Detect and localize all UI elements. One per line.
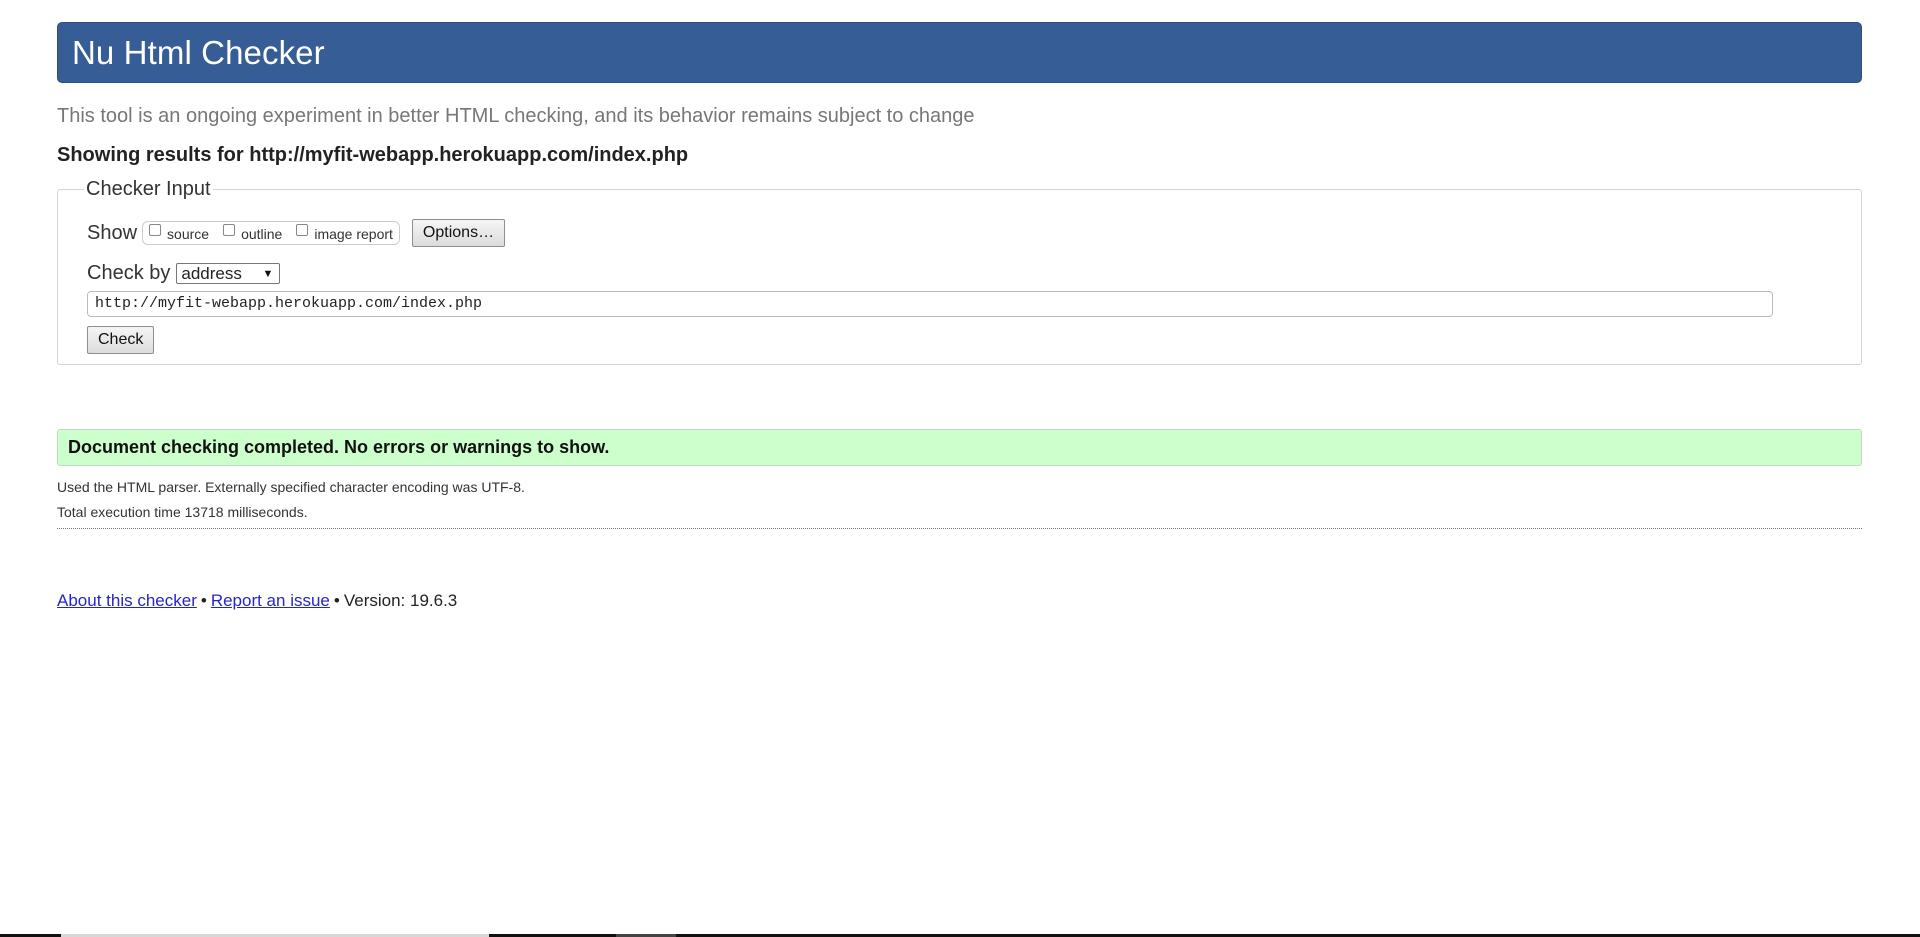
outline-option[interactable]: outline	[223, 224, 283, 242]
image-report-option[interactable]: image report	[296, 224, 393, 242]
footer: About this checker • Report an issue • Versi…	[57, 591, 1862, 611]
checker-input-fieldset: Checker Input Show source outline image …	[57, 178, 1862, 365]
check-by-selected-value: address	[181, 263, 242, 283]
success-message: Document checking completed. No errors o…	[57, 429, 1862, 466]
options-button[interactable]: Options…	[411, 219, 506, 247]
page-title: Nu Html Checker	[72, 33, 325, 71]
url-input[interactable]: http://myfit-webapp.herokuapp.com/index.…	[87, 291, 1773, 317]
page: Nu Html Checker This tool is an ongoing …	[57, 22, 1862, 611]
check-by-select[interactable]: address ▼	[176, 263, 281, 284]
source-checkbox-label: source	[167, 226, 210, 242]
dropdown-arrow-icon: ▼	[262, 267, 274, 280]
image-report-checkbox-label: image report	[314, 226, 393, 242]
about-checker-link[interactable]: About this checker	[57, 591, 197, 610]
check-by-label: Check by	[87, 262, 171, 284]
parser-info: Used the HTML parser. Externally specifi…	[57, 479, 525, 495]
header-bar: Nu Html Checker	[57, 22, 1862, 83]
show-label: Show	[87, 221, 138, 244]
checker-input-legend: Checker Input	[86, 178, 211, 200]
intro-text: This tool is an ongoing experiment in be…	[57, 105, 975, 127]
outline-checkbox[interactable]	[223, 224, 236, 236]
results-heading: Showing results for http://myfit-webapp.…	[57, 144, 689, 166]
report-issue-link[interactable]: Report an issue	[211, 591, 330, 610]
footer-bullet-2: •	[333, 591, 340, 610]
show-options-group: source outline image report	[142, 221, 400, 245]
source-option[interactable]: source	[149, 224, 210, 242]
version-text: Version: 19.6.3	[343, 591, 458, 610]
footer-bullet-1: •	[200, 591, 207, 610]
result-details: Used the HTML parser. Externally specifi…	[57, 475, 1862, 525]
divider	[57, 528, 1862, 529]
check-by-row: Check by address ▼	[87, 262, 1832, 285]
image-report-checkbox[interactable]	[296, 224, 309, 236]
show-row: Show source outline image report Options…	[87, 219, 1832, 247]
outline-checkbox-label: outline	[241, 226, 283, 242]
source-checkbox[interactable]	[149, 224, 162, 236]
check-button[interactable]: Check	[87, 326, 155, 354]
execution-time: Total execution time 13718 milliseconds.	[57, 504, 308, 520]
